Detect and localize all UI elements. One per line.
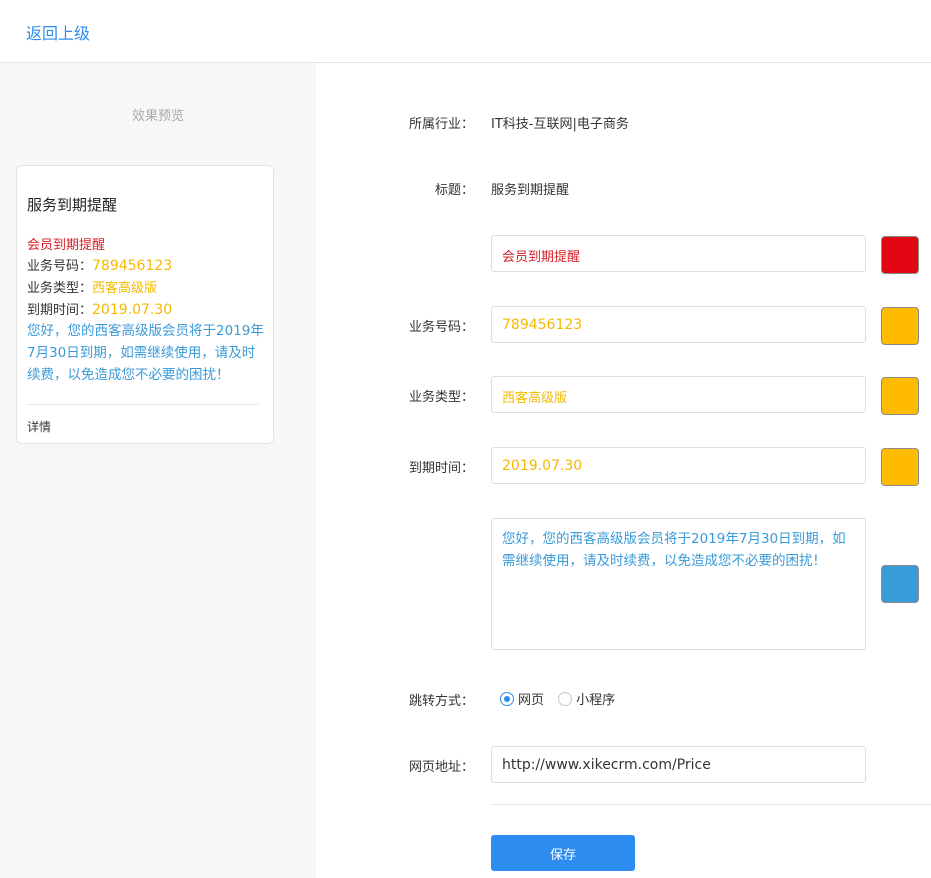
title-value: 服务到期提醒 — [491, 183, 570, 198]
expire-input[interactable]: 2019.07.30 — [491, 447, 866, 484]
expire-label: 到期时间： — [408, 461, 474, 476]
card-detail-link[interactable]: 详情 — [27, 418, 51, 435]
radio-webpage-circle[interactable] — [500, 691, 514, 706]
code-input[interactable]: 789456123 — [491, 306, 866, 343]
top-bar: 返回上级 — [0, 0, 931, 63]
card-code-value: 789456123 — [92, 258, 173, 274]
radio-miniprogram-circle[interactable] — [558, 691, 573, 706]
jump-label: 跳转方式： — [408, 694, 474, 709]
save-button[interactable]: 保存 — [491, 835, 635, 871]
url-label: 网页地址： — [408, 760, 474, 775]
card-expire-value: 2019.07.30 — [92, 302, 173, 318]
code-label: 业务号码： — [408, 320, 474, 335]
card-code-line: 业务号码：789456123 — [27, 255, 172, 274]
expire-color-picker[interactable] — [881, 448, 919, 486]
radio-webpage[interactable]: 网页 — [500, 689, 544, 708]
card-first-line: 会员到期提醒 — [27, 238, 106, 253]
preview-panel: 效果预览 服务到期提醒 会员到期提醒 业务号码：789456123 业务类型：西… — [0, 63, 316, 878]
card-divider — [27, 404, 259, 405]
jump-radio-group: 网页 小程序 — [500, 689, 625, 708]
code-color-picker[interactable] — [881, 307, 919, 345]
card-message: 您好，您的西客高级版会员将于2019年7月30日到期，如需继续使用，请及时续费，… — [27, 323, 264, 383]
card-type-value: 西客高级版 — [92, 281, 158, 296]
radio-miniprogram-label[interactable]: 小程序 — [576, 693, 615, 708]
card-type-label: 业务类型： — [27, 281, 93, 296]
first-color-picker[interactable] — [881, 236, 919, 274]
remark-textarea[interactable]: 您好，您的西客高级版会员将于2019年7月30日到期，如需继续使用，请及时续费，… — [491, 518, 866, 650]
url-input[interactable]: http://www.xikecrm.com/Price — [491, 746, 866, 783]
card-type-line: 业务类型：西客高级版 — [27, 277, 157, 296]
card-title: 服务到期提醒 — [27, 196, 118, 214]
remark-color-picker[interactable] — [881, 565, 919, 603]
card-expire-label: 到期时间： — [27, 303, 93, 318]
radio-miniprogram[interactable]: 小程序 — [558, 689, 615, 708]
card-code-label: 业务号码： — [27, 259, 93, 274]
preview-card: 服务到期提醒 会员到期提醒 业务号码：789456123 业务类型：西客高级版 … — [16, 165, 274, 444]
industry-label: 所属行业： — [408, 117, 474, 132]
first-input[interactable]: 会员到期提醒 — [491, 235, 866, 272]
type-color-picker[interactable] — [881, 377, 919, 415]
preview-title: 效果预览 — [131, 109, 184, 124]
title-label: 标题： — [434, 183, 474, 198]
type-label: 业务类型： — [408, 390, 474, 405]
radio-webpage-label[interactable]: 网页 — [518, 693, 544, 708]
type-input[interactable]: 西客高级版 — [491, 376, 866, 413]
industry-value: IT科技-互联网|电子商务 — [491, 117, 629, 132]
form-divider — [491, 804, 931, 805]
back-link[interactable]: 返回上级 — [26, 20, 90, 44]
card-expire-line: 到期时间：2019.07.30 — [27, 299, 172, 318]
